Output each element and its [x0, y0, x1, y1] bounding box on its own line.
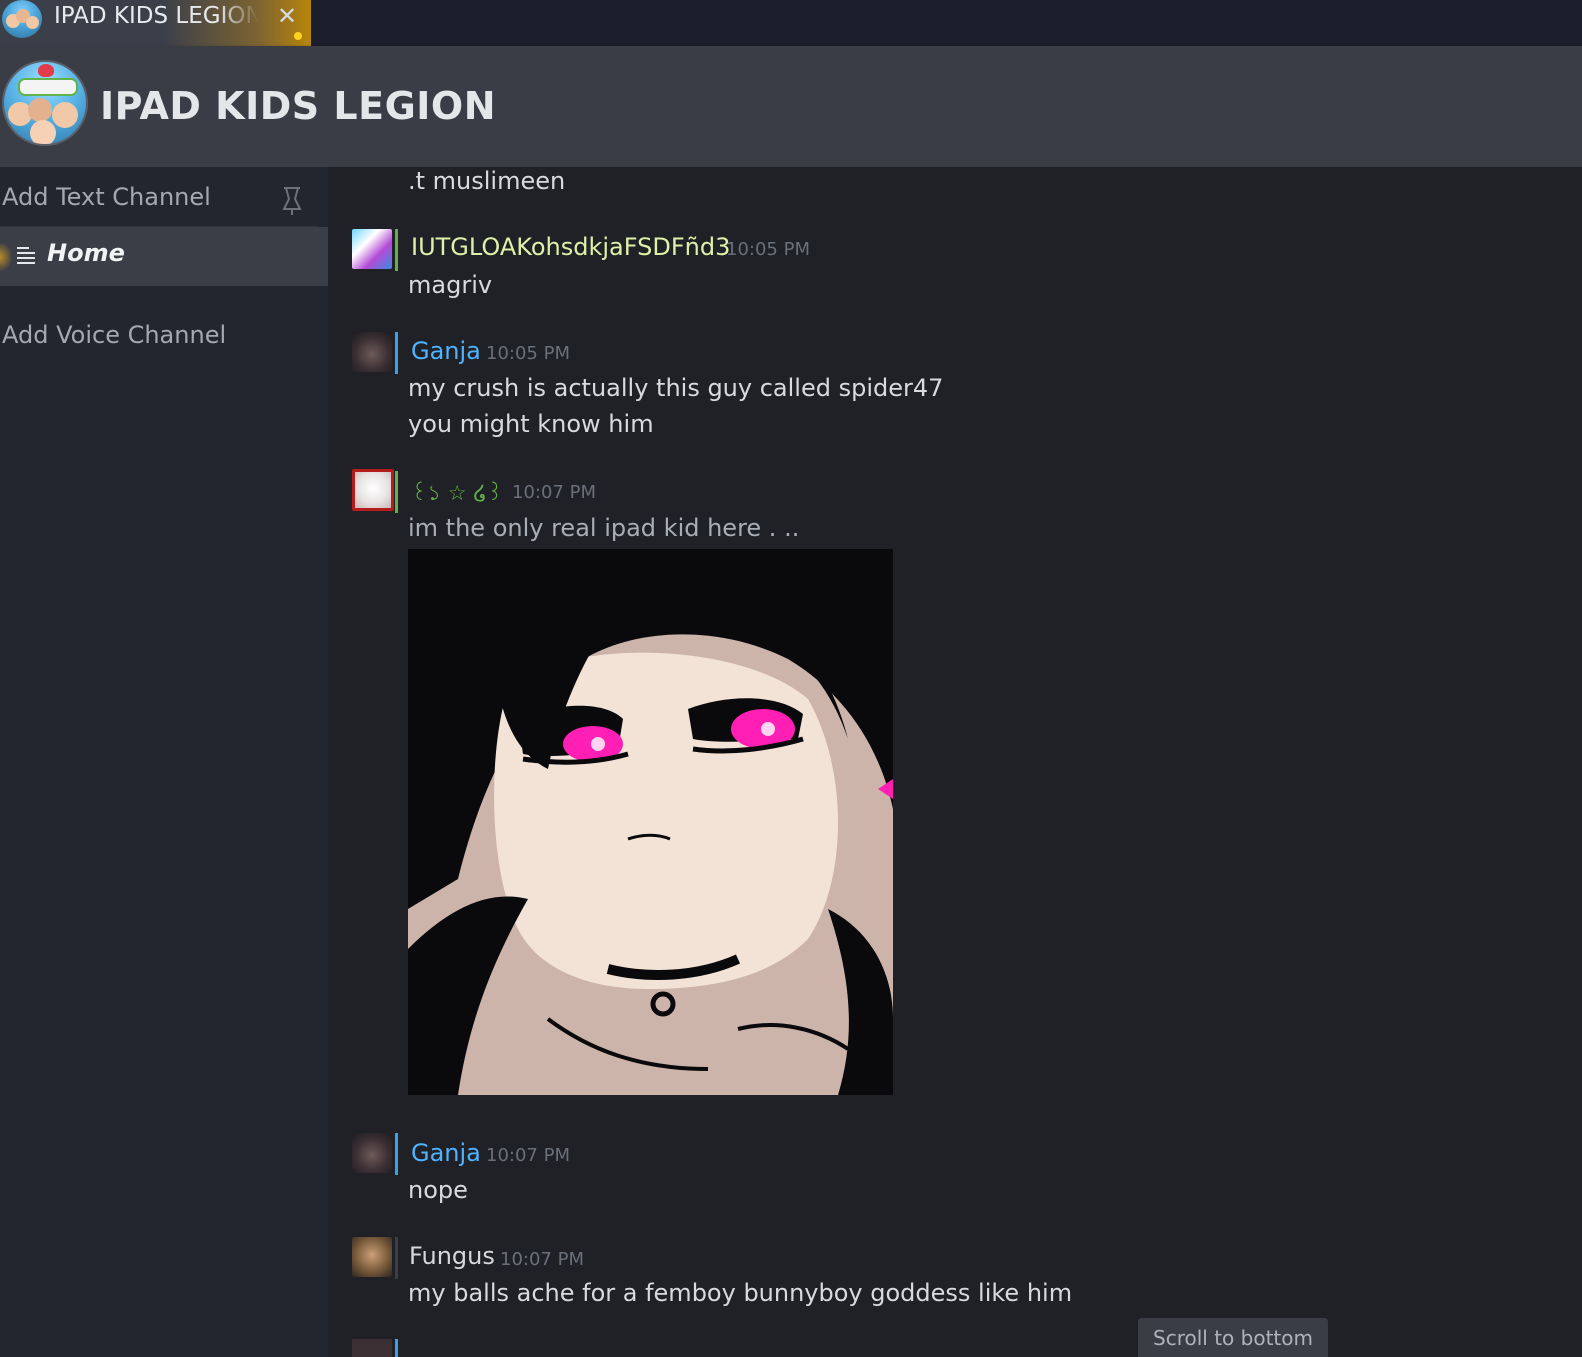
channel-sidebar: Add Text Channel Home Add Voice Channel	[0, 167, 328, 1357]
server-name: IPAD KIDS LEGION	[100, 84, 497, 128]
sidebar-item-home[interactable]: Home	[0, 227, 328, 286]
message-text: .t muslimeen	[408, 167, 566, 195]
chat-area: .t muslimeen IUTGLOAKohsdkjaFSDFñd3 10:0…	[328, 167, 1582, 1357]
message-author[interactable]: Fungus	[409, 1242, 495, 1270]
avatar[interactable]	[352, 1339, 392, 1357]
server-header: IPAD KIDS LEGION	[0, 46, 1582, 167]
message-author[interactable]: ꒰১ ☆ ໒꒱	[411, 477, 503, 512]
message-text: magriv	[408, 271, 493, 299]
close-icon[interactable]: ✕	[274, 2, 300, 30]
unread-dot-icon	[294, 32, 302, 40]
avatar[interactable]	[352, 332, 392, 372]
role-color-bar	[395, 229, 398, 271]
message-author[interactable]: IUTGLOAKohsdkjaFSDFñd3	[411, 233, 730, 261]
message-text: my balls ache for a femboy bunnyboy godd…	[408, 1279, 1073, 1307]
message-text: you might know him	[408, 410, 654, 438]
message-text: my crush is actually this guy called spi…	[408, 374, 944, 402]
avatar[interactable]	[352, 1237, 392, 1277]
role-color-bar	[395, 471, 398, 513]
message-timestamp: 10:05 PM	[486, 343, 570, 364]
message-timestamp: 10:07 PM	[512, 482, 596, 503]
message-timestamp: 10:07 PM	[486, 1145, 570, 1166]
sidebar-item-label: Home	[47, 239, 125, 267]
tab-strip: IPAD KIDS LEGION ✕	[0, 0, 1582, 46]
pin-icon[interactable]	[278, 185, 306, 217]
role-color-bar	[395, 1237, 398, 1279]
role-color-bar	[395, 1339, 398, 1357]
message-timestamp: 10:05 PM	[726, 239, 810, 260]
selected-indicator	[0, 243, 12, 271]
anime-girl-illustration	[408, 549, 893, 1095]
avatar[interactable]	[352, 229, 392, 269]
add-voice-channel-button[interactable]: Add Voice Channel	[2, 321, 226, 349]
message-text: im the only real ipad kid here . ..	[408, 514, 800, 542]
tab-server-avatar	[2, 0, 42, 38]
scroll-to-bottom-button[interactable]: Scroll to bottom	[1138, 1318, 1328, 1357]
role-color-bar	[395, 332, 398, 374]
attached-image[interactable]	[408, 549, 893, 1095]
server-tab[interactable]: IPAD KIDS LEGION ✕	[0, 0, 311, 46]
avatar[interactable]	[352, 1133, 392, 1173]
message-author[interactable]: Ganja	[411, 337, 481, 365]
avatar[interactable]	[352, 469, 394, 511]
add-text-channel-button[interactable]: Add Text Channel	[2, 183, 211, 211]
role-color-bar	[395, 1133, 398, 1175]
message-author[interactable]: Ganja	[411, 1139, 481, 1167]
server-icon[interactable]	[2, 60, 88, 146]
hamburger-icon	[17, 247, 37, 265]
message-text: nope	[408, 1176, 468, 1204]
tab-title: IPAD KIDS LEGION	[54, 3, 259, 29]
message-timestamp: 10:07 PM	[500, 1249, 584, 1270]
